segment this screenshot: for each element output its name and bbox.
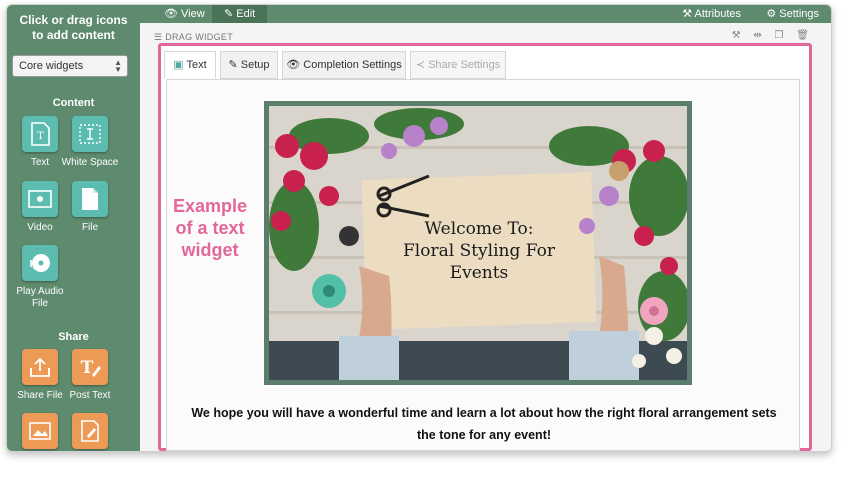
audio-file-icon xyxy=(22,245,58,281)
widget-file[interactable]: File xyxy=(60,181,120,234)
widget-label: Play Audio File xyxy=(16,286,64,309)
select-arrows-icon: ▲ ▼ xyxy=(114,58,122,74)
hero-title: Welcome To: Floral Styling For Events xyxy=(403,219,555,283)
tab-share-settings[interactable]: ≺ Share Settings xyxy=(410,51,506,79)
top-bar: 👁 View ✎ Edit ⚒ Attributes ⚙ Settings xyxy=(140,5,831,23)
share-icon: ≺ xyxy=(415,59,425,71)
svg-text:T: T xyxy=(37,131,44,142)
magic-wand-icon: ⚒ xyxy=(682,8,693,20)
widget-label: Post Text xyxy=(69,390,111,401)
view-button[interactable]: 👁 View xyxy=(152,5,217,23)
drag-handle-icon: ☰ xyxy=(154,32,163,42)
post-text-icon: T xyxy=(72,349,108,385)
settings-button[interactable]: ⚙ Settings xyxy=(754,5,831,23)
edit-button[interactable]: ✎ Edit xyxy=(212,5,268,23)
text-widget-icon: T xyxy=(22,116,58,152)
move-arrows-icon[interactable]: ⇹ xyxy=(753,30,761,41)
widget-set-value: Core widgets xyxy=(19,60,84,72)
note-edit-icon xyxy=(72,413,108,449)
app-window: Click or drag icons to add content Core … xyxy=(6,4,832,452)
text-tab-icon: ▣ xyxy=(173,59,184,71)
magic-wand-icon[interactable]: ⚒ xyxy=(732,30,741,41)
tab-setup[interactable]: ✎ Setup xyxy=(220,51,278,79)
trash-icon[interactable]: 🗑 xyxy=(796,30,809,41)
white-space-icon xyxy=(72,116,108,152)
copy-icon[interactable]: ❐ xyxy=(775,30,784,41)
pencil-icon: ✎ xyxy=(224,8,234,20)
video-icon xyxy=(22,181,58,217)
text-widget-container[interactable]: ▣ Text ✎ Setup 👁 Completion Settings ≺ S… xyxy=(158,43,812,451)
attributes-button[interactable]: ⚒ Attributes xyxy=(670,5,753,23)
widget-play-audio-file[interactable]: Play Audio File xyxy=(10,245,70,310)
share-file-icon xyxy=(22,349,58,385)
widget-sidebar: Click or drag icons to add content Core … xyxy=(7,5,140,451)
widget-white-space[interactable]: White Space xyxy=(60,116,120,169)
drag-widget-handle[interactable]: ☰ DRAG WIDGET xyxy=(154,32,233,43)
gears-icon: ⚙ xyxy=(766,8,777,20)
eye-icon: 👁 xyxy=(286,59,301,71)
section-heading-content: Content xyxy=(52,97,95,109)
file-icon xyxy=(72,181,108,217)
widget-post-note[interactable] xyxy=(60,413,120,451)
share-image-icon xyxy=(22,413,58,449)
widget-set-select[interactable]: Core widgets ▲ ▼ xyxy=(12,55,128,77)
eye-icon: 👁 xyxy=(164,8,178,20)
annotation-label: Example of a text widget xyxy=(172,196,248,260)
widget-caption: We hope you will have a wonderful time a… xyxy=(191,406,777,442)
widget-post-text[interactable]: T Post Text xyxy=(60,349,120,402)
pencil-icon: ✎ xyxy=(228,59,238,71)
widget-label: White Space xyxy=(61,157,119,168)
widget-toolbar: ⚒ ⇹ ❐ 🗑 xyxy=(722,30,809,41)
widget-label: File xyxy=(81,222,99,233)
tab-completion-settings[interactable]: 👁 Completion Settings xyxy=(282,51,406,79)
text-tab-panel: Welcome To: Floral Styling For Events We… xyxy=(166,79,800,451)
sidebar-instructions: Click or drag icons to add content xyxy=(19,13,128,42)
tab-text[interactable]: ▣ Text xyxy=(164,51,216,79)
section-heading-share: Share xyxy=(58,331,89,343)
svg-text:T: T xyxy=(81,358,94,378)
hero-image: Welcome To: Floral Styling For Events xyxy=(264,101,692,385)
